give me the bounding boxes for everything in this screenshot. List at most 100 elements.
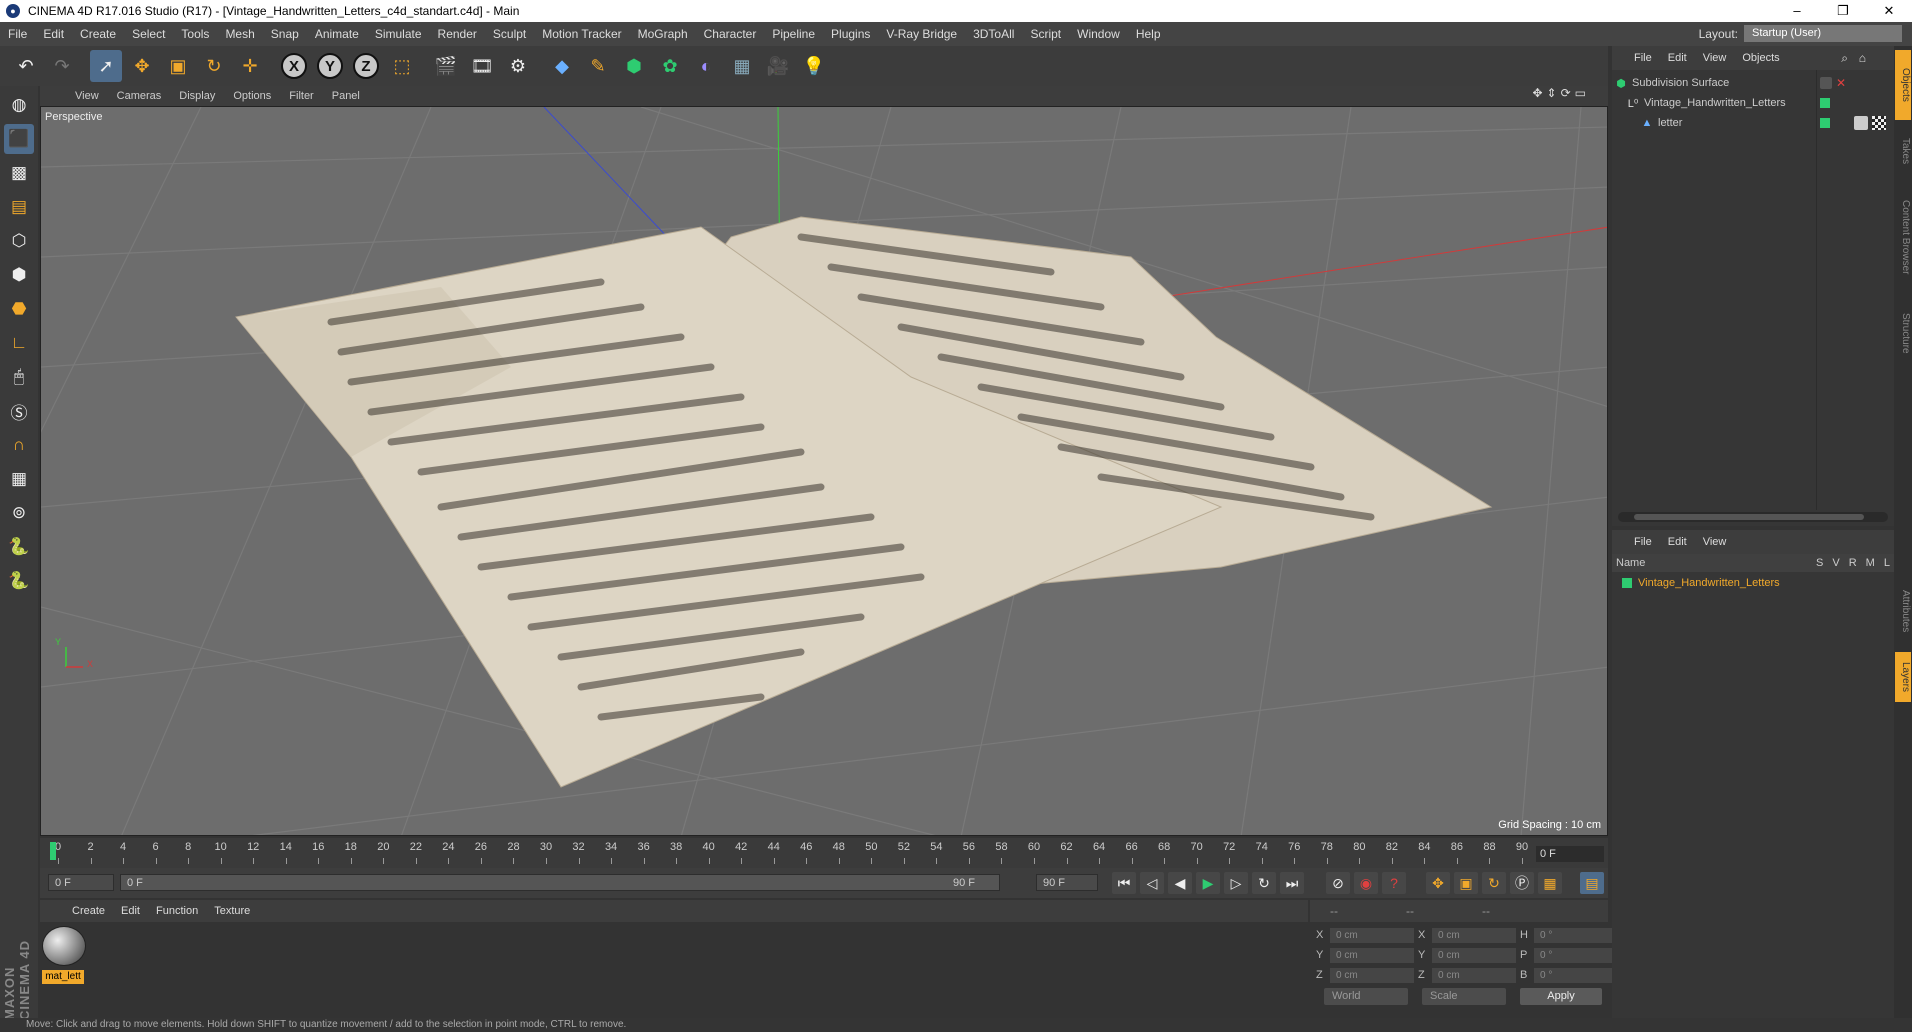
- viewport-menu-cameras[interactable]: Cameras: [108, 90, 171, 102]
- maximize-view-icon[interactable]: ▭: [1575, 86, 1586, 100]
- menu-motion-tracker[interactable]: Motion Tracker: [534, 27, 629, 41]
- pos-y-field[interactable]: 0 cm: [1330, 947, 1414, 963]
- axis-mode-icon[interactable]: ∟: [4, 328, 34, 358]
- undo-icon[interactable]: ↶: [10, 50, 42, 82]
- menu-create[interactable]: Create: [72, 27, 124, 41]
- key-rotation-icon[interactable]: ↻: [1482, 872, 1506, 894]
- end-frame-field[interactable]: 90 F: [1036, 874, 1098, 891]
- material-name[interactable]: mat_lett: [42, 970, 84, 984]
- viewport-menu-display[interactable]: Display: [170, 90, 224, 102]
- material-menu-texture[interactable]: Texture: [206, 905, 258, 917]
- key-pla-icon[interactable]: ▦: [1538, 872, 1562, 894]
- playhead[interactable]: [50, 842, 56, 860]
- layer-menu-edit[interactable]: Edit: [1660, 536, 1695, 548]
- goto-end-icon[interactable]: ⏭: [1280, 872, 1304, 894]
- object-row-letter[interactable]: ▲ letter: [1614, 114, 1892, 132]
- key-param-icon[interactable]: Ⓟ: [1510, 872, 1534, 894]
- next-key-icon[interactable]: ↻: [1252, 872, 1276, 894]
- tweak-mode-icon[interactable]: 🖱: [4, 362, 34, 392]
- menu-vray-bridge[interactable]: V-Ray Bridge: [878, 27, 965, 41]
- goto-start-icon[interactable]: ⏮: [1112, 872, 1136, 894]
- menu-animate[interactable]: Animate: [307, 27, 367, 41]
- object-row-null[interactable]: L⁰ Vintage_Handwritten_Letters: [1614, 94, 1892, 112]
- rot-b-field[interactable]: 0 °: [1534, 967, 1618, 983]
- timeline-ruler[interactable]: 0 2 4 6 8 10 12 14 16 18 20 22 24 26 28 30 32 34 36 38 40 42 4…: [50, 838, 1530, 868]
- material-menu-edit[interactable]: Edit: [113, 905, 148, 917]
- viewport-menu-filter[interactable]: Filter: [280, 90, 322, 102]
- layout-dropdown[interactable]: Startup (User): [1744, 25, 1902, 42]
- object-menu-view[interactable]: View: [1695, 52, 1735, 64]
- menu-render[interactable]: Render: [430, 27, 485, 41]
- workplane-icon[interactable]: ▤: [4, 192, 34, 222]
- material-menu-create[interactable]: Create: [64, 905, 113, 917]
- points-mode-icon[interactable]: ⬡: [4, 226, 34, 256]
- size-z-field[interactable]: 0 cm: [1432, 967, 1516, 983]
- menu-script[interactable]: Script: [1022, 27, 1069, 41]
- prev-key-icon[interactable]: ◁: [1140, 872, 1164, 894]
- recent-tool-icon[interactable]: ✛: [234, 50, 266, 82]
- material-thumbnail[interactable]: [42, 926, 86, 966]
- viewport-menu-options[interactable]: Options: [224, 90, 280, 102]
- x-axis-lock-icon[interactable]: X: [278, 50, 310, 82]
- material-tag-icon[interactable]: [1872, 116, 1886, 130]
- move-tool-icon[interactable]: ✥: [126, 50, 158, 82]
- range-slider[interactable]: 0 F 90 F: [120, 874, 1000, 891]
- menu-tools[interactable]: Tools: [173, 27, 217, 41]
- key-scale-icon[interactable]: ▣: [1454, 872, 1478, 894]
- disabled-x-icon[interactable]: ✕: [1836, 76, 1846, 90]
- solo-mode-icon[interactable]: Ⓢ: [4, 396, 34, 426]
- menu-3dtoall[interactable]: 3DToAll: [965, 27, 1022, 41]
- autokey-icon[interactable]: ◉: [1354, 872, 1378, 894]
- python-script-icon[interactable]: 🐍: [4, 532, 34, 562]
- menu-file[interactable]: File: [0, 27, 35, 41]
- make-editable-icon[interactable]: ◍: [4, 90, 34, 120]
- viewport-menu-view[interactable]: View: [66, 90, 108, 102]
- object-menu-file[interactable]: File: [1626, 52, 1660, 64]
- menu-help[interactable]: Help: [1128, 27, 1169, 41]
- menu-sculpt[interactable]: Sculpt: [485, 27, 534, 41]
- timeline[interactable]: 0 2 4 6 8 10 12 14 16 18 20 22 24 26 28 30 32 34 36 38 40 42 4…: [40, 838, 1608, 868]
- pen-spline-icon[interactable]: ✎: [582, 50, 614, 82]
- record-keys-icon[interactable]: ⊘: [1326, 872, 1350, 894]
- orbit-icon[interactable]: ⟳: [1561, 86, 1571, 100]
- object-scrollbar[interactable]: [1618, 512, 1888, 522]
- deformer-icon[interactable]: ◐: [690, 50, 722, 82]
- workplane-lock-icon[interactable]: ▦: [4, 464, 34, 494]
- rail-tab-objects[interactable]: Objects: [1895, 50, 1911, 120]
- python-script-2-icon[interactable]: 🐍: [4, 566, 34, 596]
- locked-workplane-icon[interactable]: ⊚: [4, 498, 34, 528]
- key-position-icon[interactable]: ✥: [1426, 872, 1450, 894]
- redo-icon[interactable]: ↷: [46, 50, 78, 82]
- size-y-field[interactable]: 0 cm: [1432, 947, 1516, 963]
- rot-p-field[interactable]: 0 °: [1534, 947, 1618, 963]
- menu-select[interactable]: Select: [124, 27, 173, 41]
- rail-tab-content-browser[interactable]: Content Browser: [1895, 182, 1911, 292]
- minimize-button[interactable]: –: [1774, 0, 1820, 22]
- phong-tag-icon[interactable]: [1854, 116, 1868, 130]
- next-frame-icon[interactable]: ▷: [1224, 872, 1248, 894]
- cube-object-icon[interactable]: ◆: [546, 50, 578, 82]
- render-picture-viewer-icon[interactable]: 🎞: [466, 50, 498, 82]
- size-x-field[interactable]: 0 cm: [1432, 927, 1516, 943]
- menu-simulate[interactable]: Simulate: [367, 27, 430, 41]
- floor-icon[interactable]: ▦: [726, 50, 758, 82]
- perspective-viewport[interactable]: Perspective Y X Grid Spacing : 10 cm: [40, 106, 1608, 836]
- viewport-menu-panel[interactable]: Panel: [323, 90, 369, 102]
- rail-tab-takes[interactable]: Takes: [1895, 126, 1911, 176]
- scale-tool-icon[interactable]: ▣: [162, 50, 194, 82]
- menu-plugins[interactable]: Plugins: [823, 27, 878, 41]
- pos-x-field[interactable]: 0 cm: [1330, 927, 1414, 943]
- layer-menu-view[interactable]: View: [1695, 536, 1735, 548]
- dolly-icon[interactable]: ⇕: [1547, 86, 1557, 100]
- coord-mode-dropdown[interactable]: World: [1324, 988, 1408, 1005]
- rail-tab-structure[interactable]: Structure: [1895, 298, 1911, 368]
- y-axis-lock-icon[interactable]: Y: [314, 50, 346, 82]
- render-settings-icon[interactable]: ⚙: [502, 50, 534, 82]
- pan-icon[interactable]: ✥: [1532, 86, 1542, 100]
- rot-h-field[interactable]: 0 °: [1534, 927, 1618, 943]
- apply-button[interactable]: Apply: [1520, 988, 1602, 1005]
- menu-mesh[interactable]: Mesh: [217, 27, 262, 41]
- play-icon[interactable]: ▶: [1196, 872, 1220, 894]
- layer-row[interactable]: Vintage_Handwritten_Letters: [1614, 574, 1892, 592]
- menu-pipeline[interactable]: Pipeline: [764, 27, 823, 41]
